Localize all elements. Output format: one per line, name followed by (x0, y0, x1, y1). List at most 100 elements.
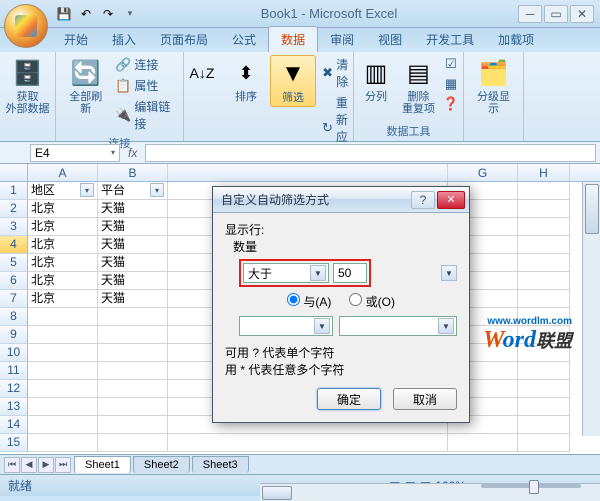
cell[interactable]: 天猫 (98, 218, 168, 236)
sheet-nav-last[interactable]: ⏭ (55, 457, 71, 473)
cell[interactable]: 北京 (28, 254, 98, 272)
cell[interactable] (28, 308, 98, 326)
edit-links-button[interactable]: 🔌编辑链接 (113, 97, 177, 133)
cell[interactable]: 天猫 (98, 254, 168, 272)
col-header-h[interactable]: H (518, 164, 570, 181)
qat-more-icon[interactable]: ▾ (120, 4, 140, 24)
sheet-tab-2[interactable]: Sheet2 (133, 456, 190, 473)
tab-addins[interactable]: 加载项 (486, 27, 546, 52)
tab-formula[interactable]: 公式 (220, 27, 268, 52)
filter-button[interactable]: ▼ 筛选 (270, 55, 316, 107)
cell[interactable] (28, 398, 98, 416)
cell[interactable]: 地区▾ (28, 182, 98, 200)
row-header[interactable]: 7 (0, 290, 28, 308)
tab-home[interactable]: 开始 (52, 27, 100, 52)
cell[interactable] (518, 416, 570, 434)
tab-review[interactable]: 审阅 (318, 27, 366, 52)
value-2-input[interactable]: ▼ (339, 316, 457, 336)
minimize-button[interactable]: ─ (518, 5, 542, 23)
value-1-input[interactable]: 50 (333, 263, 367, 283)
col-header-a[interactable]: A (28, 164, 98, 181)
operator-2-combo[interactable]: ▼ (239, 316, 333, 336)
ok-button[interactable]: 确定 (317, 388, 381, 410)
cell[interactable] (518, 362, 570, 380)
cell[interactable]: 北京 (28, 218, 98, 236)
select-all-corner[interactable] (0, 164, 28, 181)
dialog-close-button[interactable]: ✕ (437, 191, 465, 209)
row-header[interactable]: 11 (0, 362, 28, 380)
restore-button[interactable]: ▭ (544, 5, 568, 23)
cell[interactable] (518, 380, 570, 398)
sheet-tab-1[interactable]: Sheet1 (74, 456, 131, 473)
row-header[interactable]: 9 (0, 326, 28, 344)
row-header[interactable]: 6 (0, 272, 28, 290)
cell[interactable] (98, 380, 168, 398)
row-header[interactable]: 10 (0, 344, 28, 362)
value-1-dropdown[interactable]: ▼ (441, 265, 457, 281)
or-radio[interactable]: 或(O) (349, 293, 395, 310)
sheet-nav-next[interactable]: ▶ (38, 457, 54, 473)
cell[interactable] (98, 398, 168, 416)
sheet-tab-3[interactable]: Sheet3 (192, 456, 249, 473)
filter-dropdown-icon[interactable]: ▾ (80, 183, 94, 197)
text-to-columns-button[interactable]: ▥ 分列 (356, 55, 396, 117)
cell[interactable] (28, 362, 98, 380)
fx-icon[interactable]: fx (120, 146, 145, 160)
cell[interactable]: 天猫 (98, 272, 168, 290)
cell[interactable] (518, 236, 570, 254)
office-button[interactable] (4, 4, 48, 48)
sheet-nav-prev[interactable]: ◀ (21, 457, 37, 473)
cell[interactable] (518, 398, 570, 416)
sort-button[interactable]: ⬍ 排序 (226, 55, 266, 105)
cell[interactable]: 天猫 (98, 290, 168, 308)
col-header-g[interactable]: G (448, 164, 518, 181)
sort-asc-button[interactable]: A↓Z (182, 55, 222, 91)
properties-button[interactable]: 📋属性 (113, 76, 160, 95)
cell[interactable] (98, 326, 168, 344)
row-header[interactable]: 15 (0, 434, 28, 452)
and-radio[interactable]: 与(A) (287, 293, 331, 310)
dialog-titlebar[interactable]: 自定义自动筛选方式 ? ✕ (213, 187, 469, 213)
data-tool-2[interactable]: ▦ (441, 75, 461, 93)
cell[interactable] (98, 308, 168, 326)
row-header[interactable]: 5 (0, 254, 28, 272)
cell[interactable]: 北京 (28, 236, 98, 254)
cell[interactable]: 天猫 (98, 200, 168, 218)
cell[interactable] (28, 380, 98, 398)
row-header[interactable]: 1 (0, 182, 28, 200)
row-header[interactable]: 14 (0, 416, 28, 434)
cell[interactable]: 平台▾ (98, 182, 168, 200)
cell[interactable] (98, 416, 168, 434)
save-icon[interactable]: 💾 (54, 4, 74, 24)
connections-button[interactable]: 🔗连接 (113, 55, 160, 74)
cell[interactable] (448, 434, 518, 452)
remove-duplicates-button[interactable]: ▤ 删除 重复项 (398, 55, 439, 117)
cell[interactable]: 北京 (28, 290, 98, 308)
cell[interactable] (98, 434, 168, 452)
row-header[interactable]: 4 (0, 236, 28, 254)
cell[interactable] (518, 434, 570, 452)
cell[interactable] (518, 218, 570, 236)
undo-icon[interactable]: ↶ (76, 4, 96, 24)
sheet-nav-first[interactable]: ⏮ (4, 457, 20, 473)
redo-icon[interactable]: ↷ (98, 4, 118, 24)
cell[interactable] (518, 290, 570, 308)
cell[interactable] (518, 182, 570, 200)
row-header[interactable]: 3 (0, 218, 28, 236)
cancel-button[interactable]: 取消 (393, 388, 457, 410)
refresh-all-button[interactable]: 🔄 全部刷新 (62, 55, 109, 133)
data-tool-1[interactable]: ☑ (441, 55, 461, 73)
cell[interactable] (28, 326, 98, 344)
tab-data[interactable]: 数据 (268, 26, 318, 52)
tab-view[interactable]: 视图 (366, 27, 414, 52)
row-header[interactable]: 2 (0, 200, 28, 218)
cell[interactable] (518, 254, 570, 272)
cell[interactable] (28, 434, 98, 452)
cell[interactable]: 天猫 (98, 236, 168, 254)
filter-dropdown-icon[interactable]: ▾ (150, 183, 164, 197)
cell[interactable] (518, 200, 570, 218)
row-header[interactable]: 12 (0, 380, 28, 398)
formula-bar[interactable] (145, 144, 596, 162)
zoom-slider[interactable] (481, 484, 581, 488)
cell[interactable] (518, 272, 570, 290)
